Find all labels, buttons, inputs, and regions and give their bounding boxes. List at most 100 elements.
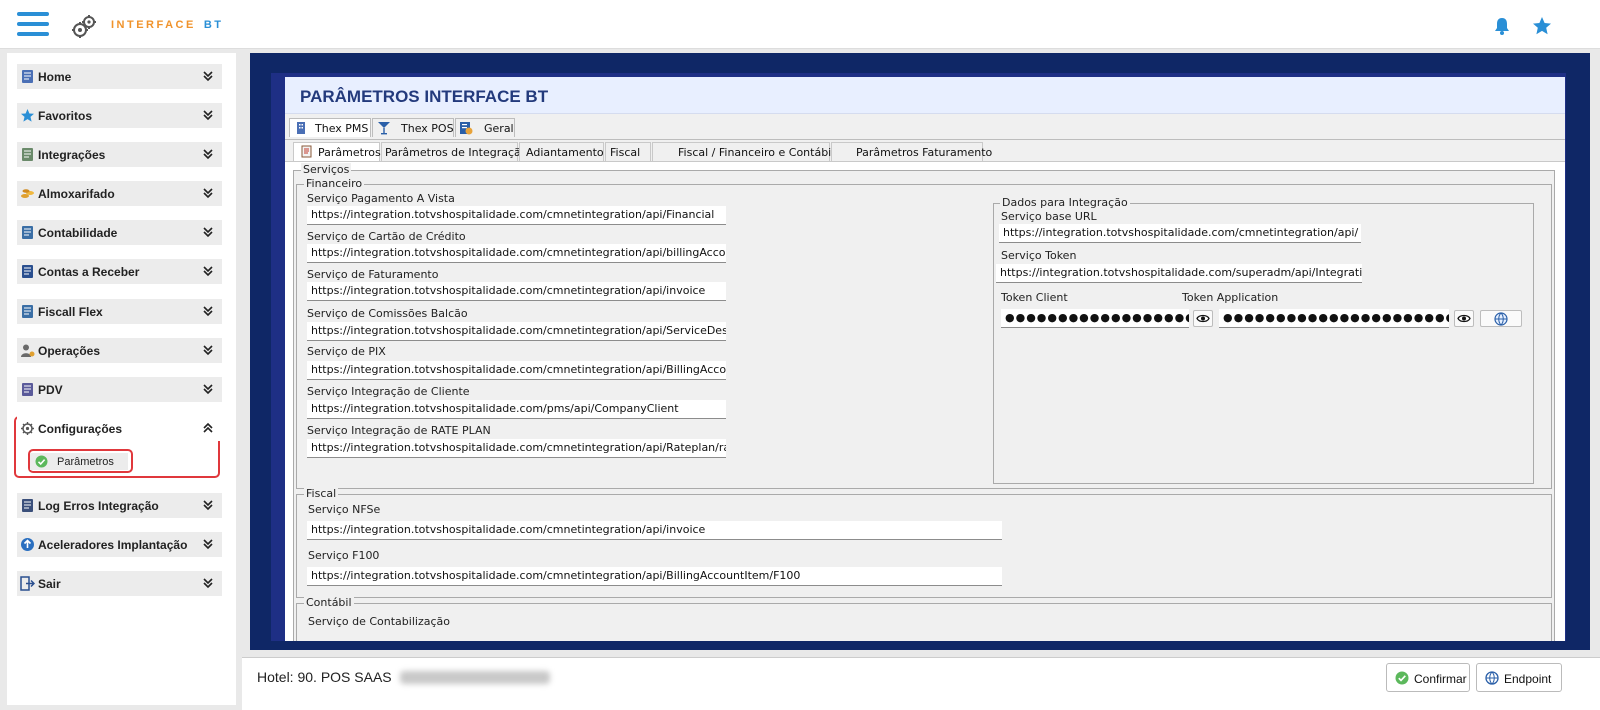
base-url-input[interactable]: https://integration.totvshospitalidade.c… [999,224,1361,243]
test-connection-button[interactable] [1480,310,1522,327]
sidebar-item-label: Aceleradores Implantação [38,538,188,552]
check-circle-icon [1395,671,1409,685]
doc-icon [301,145,312,158]
bell-icon[interactable] [1492,16,1512,36]
sidebar-item-log-erros-integração[interactable]: Log Erros Integração [17,493,222,518]
sidebar-item-favoritos[interactable]: Favoritos [17,103,222,128]
tab-label: Thex POS [401,122,454,135]
subtab-fiscal-financeiro-contabil[interactable]: Fiscal / Financeiro e Contábil [652,142,834,161]
f100-input[interactable]: https://integration.totvshospitalidade.c… [307,567,1002,586]
subtab-label: Parâmetros Faturamento [856,146,993,159]
building-icon [22,70,33,83]
financeiro-field-input[interactable]: https://integration.totvshospitalidade.c… [307,400,726,419]
exit-icon [20,576,35,591]
hotel-name: Hotel: 90. POS SAAS [257,669,392,685]
star-icon[interactable] [1532,16,1552,36]
sidebar-item-label: Operações [38,344,101,358]
confirm-button[interactable]: Confirmar [1386,663,1470,692]
tab-label: Thex PMS [315,122,369,135]
sidebar-item-label: Configurações [38,422,123,436]
user-gear-icon [21,344,35,357]
financeiro-field-label: Serviço de PIX [307,345,386,358]
endpoint-button[interactable]: Endpoint [1476,663,1562,692]
sidebar-item-contas-a-receber[interactable]: Contas a Receber [17,259,222,284]
sidebar-item-integrações[interactable]: Integrações [17,142,222,167]
cocktail-icon [378,122,390,135]
f100-label: Serviço F100 [308,549,380,562]
sidebar-item-aceleradores-implantação[interactable]: Aceleradores Implantação [17,532,222,557]
sidebar-item-label: Fiscall Flex [38,305,103,319]
servicos-legend: Serviços [301,163,352,176]
sidebar-item-contabilidade[interactable]: Contabilidade [17,220,222,245]
financeiro-field-input[interactable]: https://integration.totvshospitalidade.c… [307,206,726,225]
chevron-down-icon [203,227,213,238]
base-url-label: Serviço base URL [1001,210,1097,223]
financeiro-field-input[interactable]: https://integration.totvshospitalidade.c… [307,244,726,263]
menu-icon[interactable] [17,12,49,38]
sidebar-item-label: PDV [38,383,63,397]
token-url-input[interactable]: https://integration.totvshospitalidade.c… [996,264,1362,283]
subtab-label: Adiantamento [526,146,604,159]
subtab-adiantamento[interactable]: Adiantamento [519,142,604,161]
nfse-input[interactable]: https://integration.totvshospitalidade.c… [307,521,1002,540]
tab-geral[interactable]: Geral [455,118,515,137]
nfse-label: Serviço NFSe [308,503,381,516]
financeiro-field-label: Serviço de Comissões Balcão [307,307,468,320]
sidebar-item-almoxarifado[interactable]: Almoxarifado [17,181,222,206]
sidebar-item-operações[interactable]: Operações [17,338,222,363]
subtab-label: Parâmetros [318,146,381,159]
financeiro-field-label: Serviço Integração de Cliente [307,385,470,398]
sidebar-item-home[interactable]: Home [17,64,222,89]
gears-logo-icon [72,15,96,38]
sidebar-item-label: Almoxarifado [38,187,115,201]
endpoint-label: Endpoint [1504,672,1552,686]
sidebar-subitem-parametros[interactable]: Parâmetros [30,453,128,470]
subtab-label: Fiscal [610,146,641,159]
coins-icon [21,189,34,198]
tab-thex-pos[interactable]: Thex POS [372,118,454,137]
subtab-parametros[interactable]: Parâmetros [293,142,381,161]
subtab-fiscal[interactable]: Fiscal [605,142,651,161]
financeiro-field-input[interactable]: https://integration.totvshospitalidade.c… [307,282,726,301]
token-application-input[interactable]: ●●●●●●●●●●●●●●●●●●●●●●●●●●●●●●●●●●●●●●●●… [1219,309,1449,328]
financeiro-field-input[interactable]: https://integration.totvshospitalidade.c… [307,322,726,341]
financeiro-field-input[interactable]: https://integration.totvshospitalidade.c… [307,439,726,458]
log-icon [22,499,33,512]
chevron-down-icon [203,71,213,82]
sidebar-item-sair[interactable]: Sair [17,571,222,596]
subtab-parametros-integracao[interactable]: Parâmetros de Integração [381,142,527,161]
top-header: INTERFACE BT [0,0,1600,49]
financeiro-field-input[interactable]: https://integration.totvshospitalidade.c… [307,361,726,380]
footer-bar: Hotel: 90. POS SAAS Confirmar Endpoint [242,657,1600,710]
sidebar-item-configurações[interactable]: Configurações [17,416,222,441]
sidebar-item-label: Sair [38,577,61,591]
token-client-input[interactable]: ●●●●●●●●●●●●●●●●●●●●●●●●●●●●●●●●● [1001,309,1189,328]
globe-icon [1485,671,1499,685]
panel-title-bar: PARÂMETROS INTERFACE BT [285,77,1565,114]
subtab-label: Fiscal / Financeiro e Contábil [678,146,835,159]
sidebar-item-pdv[interactable]: PDV [17,377,222,402]
app-logo-text: INTERFACE BT [111,19,224,31]
chevron-down-icon [203,500,213,511]
globe-icon [1494,312,1508,326]
confirm-label: Confirmar [1414,672,1467,686]
chevron-down-icon [203,539,213,550]
chevron-down-icon [203,384,213,395]
contabil-group [296,603,1552,641]
subtab-parametros-faturamento[interactable]: Parâmetros Faturamento [831,142,992,161]
tab-thex-pms[interactable]: Thex PMS [289,118,371,137]
eye-icon [1196,314,1210,323]
contabil-legend: Contábil [304,596,354,609]
financeiro-field-label: Serviço Pagamento A Vista [307,192,455,205]
check-circle-icon [35,455,48,468]
toggle-application-visibility-button[interactable] [1454,310,1474,327]
toggle-client-visibility-button[interactable] [1193,310,1213,327]
redacted-hotel-detail [400,671,550,684]
sidebar-item-label: Integrações [38,148,106,162]
token-client-label: Token Client [1001,291,1068,304]
chevron-down-icon [203,266,213,277]
eye-icon [1457,314,1471,323]
dados-integracao-legend: Dados para Integração [1000,196,1130,209]
chevron-up-icon [203,422,213,433]
sidebar-item-fiscall-flex[interactable]: Fiscall Flex [17,299,222,324]
